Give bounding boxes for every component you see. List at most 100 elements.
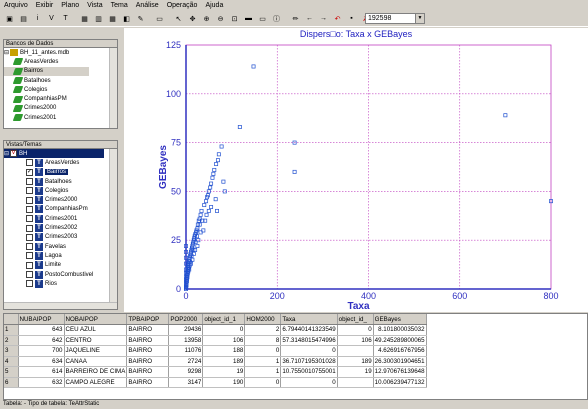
menu-exibir[interactable]: Exibir bbox=[32, 2, 58, 9]
table-row[interactable]: 3 700 JAQUELINE BAIRRO 11076 188 0 0 4.626916767… bbox=[4, 345, 427, 357]
views-hscrollbar[interactable] bbox=[4, 302, 117, 309]
info-icon[interactable]: i bbox=[31, 12, 44, 25]
theme-item[interactable]: T AreasVerdes bbox=[4, 158, 117, 167]
view-checkbox[interactable]: V bbox=[10, 150, 17, 158]
table-cell: 0 bbox=[202, 324, 246, 336]
column-header[interactable] bbox=[4, 314, 19, 325]
database-layer-item[interactable]: Bairros bbox=[4, 66, 89, 76]
select-icon[interactable]: ▪ bbox=[345, 12, 358, 25]
menu-operacao[interactable]: Operação bbox=[163, 2, 202, 9]
table-cell: 19 bbox=[202, 366, 246, 378]
fit-icon[interactable]: ▬ bbox=[242, 12, 255, 25]
theme-item[interactable]: ✓ T Bairros bbox=[4, 168, 117, 177]
row-header: 6 bbox=[4, 377, 19, 388]
theme-checkbox[interactable] bbox=[26, 159, 33, 167]
table-row[interactable]: 2 642 CENTRO BAIRRO 13958 106 8 57.314801547499… bbox=[4, 335, 427, 346]
theme-checkbox[interactable] bbox=[26, 280, 33, 288]
database-layer-item[interactable]: Colegios bbox=[4, 85, 117, 94]
menu-arquivo[interactable]: Arquivo bbox=[0, 2, 32, 9]
table-cell: BARREIRO DE CIMA bbox=[64, 366, 128, 378]
database-layer-item[interactable]: Crimes2000 bbox=[4, 104, 117, 113]
theme-icon[interactable]: T bbox=[59, 12, 72, 25]
table-row[interactable]: 1 643 CEU AZUL BAIRRO 29436 0 2 6.7944014132354… bbox=[4, 324, 427, 336]
views-scrollbar[interactable] bbox=[109, 149, 117, 309]
menu-analise[interactable]: Análise bbox=[132, 2, 163, 9]
table-cell: BAIRRO bbox=[126, 335, 170, 346]
column-header[interactable]: HOM2000 bbox=[244, 314, 282, 325]
column-header[interactable]: object_id_ bbox=[337, 314, 374, 325]
arrow-left-icon[interactable]: ← bbox=[303, 12, 316, 25]
pointer-icon[interactable]: ↖ bbox=[172, 12, 185, 25]
theme-checkbox[interactable] bbox=[26, 205, 33, 213]
table-cell: 632 bbox=[18, 377, 65, 388]
database-layer-item[interactable]: Batalhoes bbox=[4, 76, 117, 85]
theme-checkbox[interactable] bbox=[26, 215, 33, 223]
theme-checkbox[interactable] bbox=[26, 252, 33, 260]
databases-scrollbar[interactable] bbox=[109, 48, 117, 128]
column-header[interactable]: POP2000 bbox=[168, 314, 204, 325]
graph-icon[interactable]: ◧ bbox=[120, 12, 133, 25]
theme-item[interactable]: T Crimes2001 bbox=[4, 214, 117, 223]
theme-item[interactable]: T Lagoa bbox=[4, 251, 117, 260]
column-header[interactable]: object_id_1 bbox=[202, 314, 246, 325]
database-layer-item[interactable]: Crimes2001 bbox=[4, 113, 117, 122]
window-icon[interactable]: ▭ bbox=[153, 12, 166, 25]
theme-checkbox[interactable]: ✓ bbox=[26, 168, 33, 176]
theme-checkbox[interactable] bbox=[26, 187, 33, 195]
arrow-right-icon[interactable]: → bbox=[317, 12, 330, 25]
theme-item[interactable]: T CompanhiasPm bbox=[4, 205, 117, 214]
database-root[interactable]: ⊟ BH_11_antes.mdb bbox=[4, 48, 117, 57]
database-layer-label: Batalhoes bbox=[24, 77, 51, 84]
layers-icon[interactable]: ▦ bbox=[78, 12, 91, 25]
theme-checkbox[interactable] bbox=[26, 271, 33, 278]
theme-checkbox[interactable] bbox=[26, 243, 33, 251]
theme-item[interactable]: T Colegios bbox=[4, 186, 117, 195]
theme-item[interactable]: T Batalhoes bbox=[4, 177, 117, 186]
plan-icon[interactable]: ▥ bbox=[92, 12, 105, 25]
table-icon[interactable]: ▦ bbox=[106, 12, 119, 25]
info-point-icon[interactable]: ⓘ bbox=[270, 12, 283, 25]
y-tick-label: 25 bbox=[171, 235, 181, 245]
theme-item[interactable]: T Limite bbox=[4, 261, 117, 270]
theme-item[interactable]: T Rios bbox=[4, 279, 117, 288]
table-row[interactable]: 5 614 BARREIRO DE CIMA BAIRRO 9298 19 1 10.7550… bbox=[4, 366, 427, 378]
zoom-area-icon[interactable]: ⊡ bbox=[228, 12, 241, 25]
table-row[interactable]: 4 634 CANAA BAIRRO 2724 189 1 36.7107195301028 1… bbox=[4, 356, 427, 367]
pencil-icon[interactable]: ✏ bbox=[289, 12, 302, 25]
theme-checkbox[interactable] bbox=[26, 233, 33, 241]
theme-checkbox[interactable] bbox=[26, 261, 33, 269]
scale-combo[interactable]: 192598 ▼ bbox=[365, 13, 425, 24]
column-header[interactable]: NOBAIPOP bbox=[64, 314, 128, 325]
menu-plano[interactable]: Plano bbox=[57, 2, 83, 9]
view-root[interactable]: ⊟ V BH bbox=[4, 149, 104, 159]
menu-vista[interactable]: Vista bbox=[83, 2, 106, 9]
theme-checkbox[interactable] bbox=[26, 196, 33, 204]
undo-icon[interactable]: ↶ bbox=[331, 12, 344, 25]
theme-item[interactable]: T Crimes2000 bbox=[4, 195, 117, 205]
measure-icon[interactable]: ▭ bbox=[256, 12, 269, 25]
database-layer-item[interactable]: AreasVerdes bbox=[4, 57, 117, 66]
theme-checkbox[interactable] bbox=[26, 178, 33, 186]
zoom-out-icon[interactable]: ⊖ bbox=[214, 12, 227, 25]
table-cell: 26.300301904651 bbox=[373, 356, 427, 367]
theme-item[interactable]: T Favelas bbox=[4, 242, 117, 251]
database-layer-item[interactable]: CompanhiasPM bbox=[4, 94, 117, 103]
draw-icon[interactable]: ✎ bbox=[134, 12, 147, 25]
column-header[interactable]: NUBAIPOP bbox=[18, 314, 65, 325]
pan-icon[interactable]: ✥ bbox=[186, 12, 199, 25]
theme-item[interactable]: T Crimes2002 bbox=[4, 223, 117, 233]
view-icon[interactable]: V bbox=[45, 12, 58, 25]
save-icon[interactable]: ▤ bbox=[17, 12, 30, 25]
menu-tema[interactable]: Tema bbox=[107, 2, 132, 9]
chevron-down-icon[interactable]: ▼ bbox=[415, 14, 424, 23]
theme-item[interactable]: T Crimes2003 bbox=[4, 233, 117, 242]
menu-ajuda[interactable]: Ajuda bbox=[201, 2, 227, 9]
open-db-icon[interactable]: ▣ bbox=[3, 12, 16, 25]
column-header[interactable]: Taxa bbox=[280, 314, 338, 325]
zoom-in-icon[interactable]: ⊕ bbox=[200, 12, 213, 25]
theme-item[interactable]: T PostoCombustivel bbox=[4, 270, 117, 279]
table-row[interactable]: 6 632 CAMPO ALEGRE BAIRRO 3147 190 0 0 10.006239… bbox=[4, 377, 427, 388]
column-header[interactable]: TPBAIPOP bbox=[126, 314, 170, 325]
column-header[interactable]: GEBayes bbox=[373, 314, 427, 325]
theme-checkbox[interactable] bbox=[26, 224, 33, 232]
